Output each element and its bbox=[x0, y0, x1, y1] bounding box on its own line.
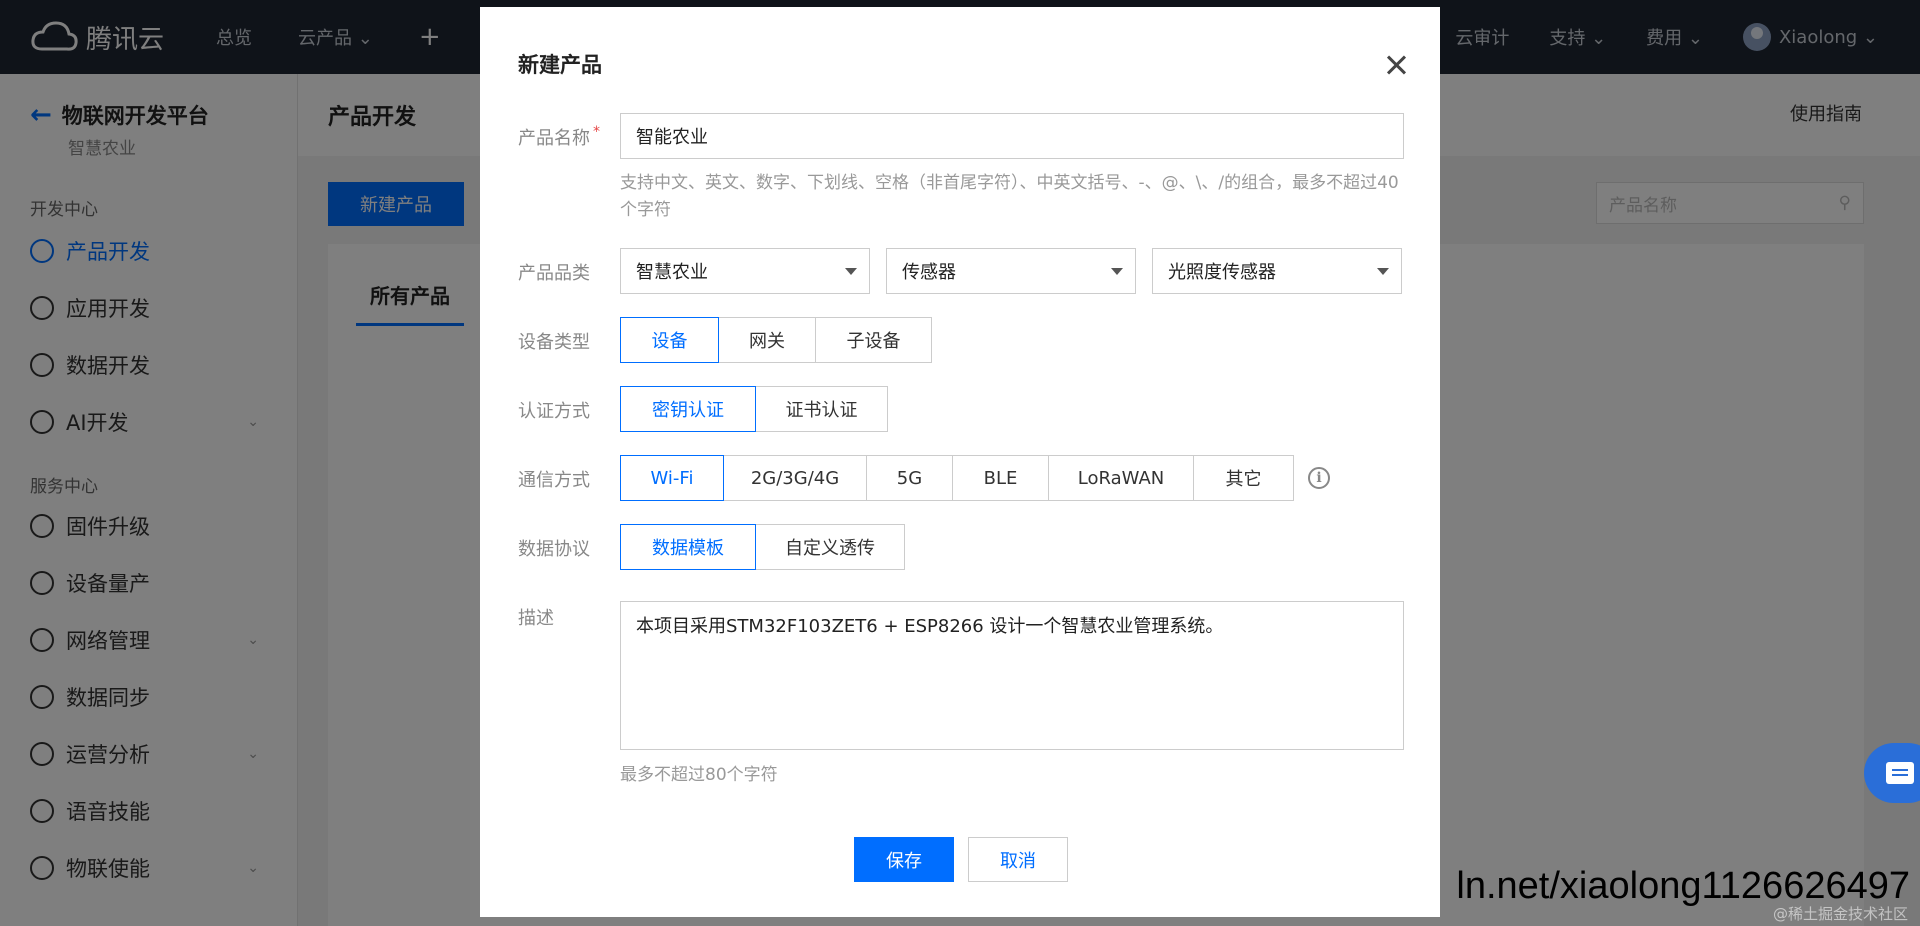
comm-lorawan[interactable]: LoRaWAN bbox=[1048, 455, 1194, 501]
caret-down-icon bbox=[845, 267, 857, 275]
auth-method-group: 密钥认证 证书认证 bbox=[620, 386, 888, 432]
device-type-label: 设备类型 bbox=[518, 332, 590, 353]
product-name-hint: 支持中文、英文、数字、下划线、空格（非首尾字符）、中英文括号、-、@、\、/的组… bbox=[620, 173, 1399, 220]
chat-bubble-icon bbox=[1886, 762, 1914, 784]
category-select-3[interactable]: 光照度传感器 bbox=[1152, 248, 1402, 294]
product-name-label: 产品名称 * bbox=[518, 124, 600, 150]
data-protocol-label: 数据协议 bbox=[518, 539, 590, 560]
category-select-1[interactable]: 智慧农业 bbox=[620, 248, 870, 294]
comm-wifi[interactable]: Wi-Fi bbox=[620, 455, 724, 501]
label-text: 产品名称 bbox=[518, 128, 590, 149]
select-value: 智慧农业 bbox=[636, 262, 708, 283]
caret-down-icon bbox=[1377, 267, 1389, 275]
comm-5g[interactable]: 5G bbox=[866, 455, 953, 501]
watermark-text: ln.net/xiaolong1126626497 bbox=[1456, 865, 1910, 907]
dialog-title: 新建产品 bbox=[518, 53, 602, 77]
comm-method-label: 通信方式 bbox=[518, 470, 590, 491]
product-name-input[interactable]: 智能农业 bbox=[620, 113, 1404, 159]
comm-other[interactable]: 其它 bbox=[1193, 455, 1294, 501]
select-value: 光照度传感器 bbox=[1168, 262, 1276, 283]
data-protocol-group: 数据模板 自定义透传 bbox=[620, 524, 905, 570]
auth-certificate[interactable]: 证书认证 bbox=[755, 386, 888, 432]
required-mark: * bbox=[593, 124, 600, 140]
close-icon[interactable] bbox=[1382, 51, 1410, 79]
description-label: 描述 bbox=[518, 608, 554, 629]
device-type-gateway[interactable]: 网关 bbox=[718, 317, 816, 363]
description-hint: 最多不超过80个字符 bbox=[620, 765, 778, 785]
device-type-subdevice[interactable]: 子设备 bbox=[815, 317, 932, 363]
info-icon[interactable]: i bbox=[1308, 467, 1330, 489]
cancel-button[interactable]: 取消 bbox=[968, 837, 1068, 882]
chat-button[interactable] bbox=[1864, 743, 1920, 803]
device-type-group: 设备 网关 子设备 bbox=[620, 317, 932, 363]
category-label: 产品品类 bbox=[518, 263, 590, 284]
watermark-small-text: @稀土掘金技术社区 bbox=[1772, 905, 1908, 923]
comm-method-group: Wi-Fi 2G/3G/4G 5G BLE LoRaWAN 其它 i bbox=[620, 455, 1330, 501]
auth-key[interactable]: 密钥认证 bbox=[620, 386, 756, 432]
auth-method-label: 认证方式 bbox=[518, 401, 590, 422]
comm-cellular[interactable]: 2G/3G/4G bbox=[723, 455, 867, 501]
description-textarea[interactable]: 本项目采用STM32F103ZET6 + ESP8266 设计一个智慧农业管理系… bbox=[620, 601, 1404, 750]
protocol-data-template[interactable]: 数据模板 bbox=[620, 524, 756, 570]
caret-down-icon bbox=[1111, 267, 1123, 275]
new-product-dialog: 新建产品 产品名称 * 智能农业 支持中文、英文、数字、下划线、空格（非首尾字符）… bbox=[480, 7, 1440, 917]
device-type-device[interactable]: 设备 bbox=[620, 317, 719, 363]
select-value: 传感器 bbox=[902, 262, 956, 283]
comm-ble[interactable]: BLE bbox=[952, 455, 1049, 501]
save-button[interactable]: 保存 bbox=[854, 837, 954, 882]
category-select-2[interactable]: 传感器 bbox=[886, 248, 1136, 294]
protocol-custom-passthrough[interactable]: 自定义透传 bbox=[755, 524, 905, 570]
